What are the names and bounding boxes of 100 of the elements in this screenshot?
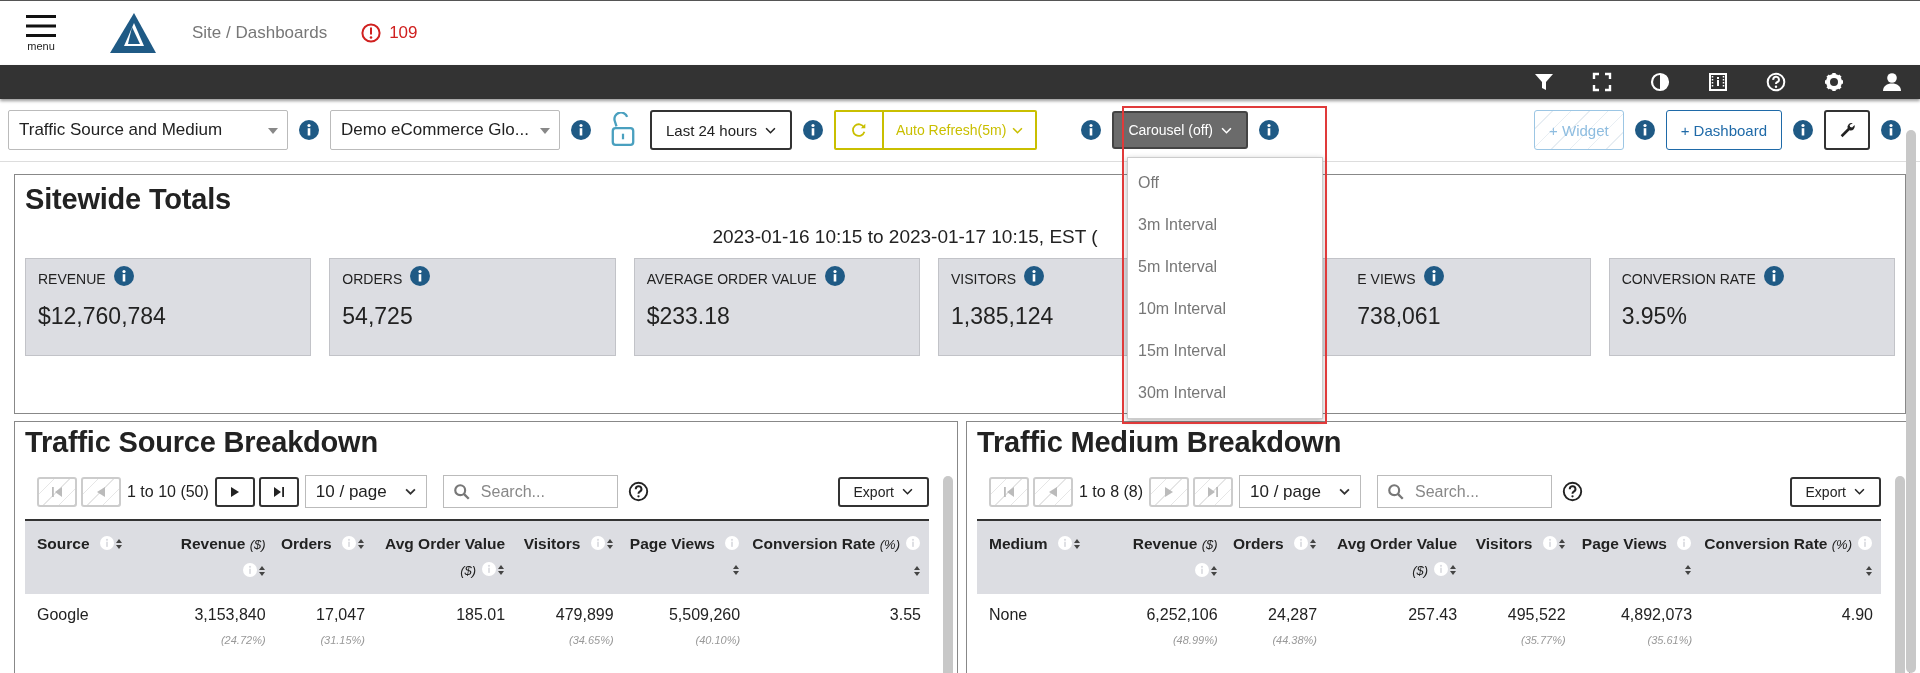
sort-icon[interactable] bbox=[257, 565, 266, 577]
menu-item[interactable]: Off bbox=[1128, 162, 1322, 204]
info-icon[interactable] bbox=[571, 120, 591, 140]
sort-icon[interactable] bbox=[1449, 564, 1458, 576]
help-icon[interactable] bbox=[627, 481, 649, 502]
share-text: (35.77%) bbox=[1519, 634, 1566, 646]
metric-value: 738,061 bbox=[1357, 303, 1441, 330]
open-padlock-icon[interactable] bbox=[610, 112, 636, 148]
info-icon[interactable] bbox=[410, 266, 431, 286]
scrollbar[interactable] bbox=[1895, 476, 1905, 673]
filter-icon[interactable] bbox=[1534, 72, 1554, 92]
dashboard-select[interactable]: Traffic Source and Medium bbox=[8, 110, 288, 150]
next-page-button[interactable] bbox=[214, 476, 255, 507]
export-button[interactable]: Export bbox=[1789, 476, 1881, 507]
user-icon[interactable] bbox=[1882, 72, 1902, 92]
sort-icon[interactable] bbox=[732, 564, 741, 576]
info-icon[interactable] bbox=[1634, 120, 1655, 140]
share-text: (34.65%) bbox=[567, 634, 614, 646]
add-dashboard-button[interactable]: + Dashboard bbox=[1665, 110, 1782, 150]
wrench-button[interactable] bbox=[1824, 110, 1870, 150]
column-header[interactable]: Avg Order Value ($) bbox=[373, 520, 514, 594]
table-cell-text: 4.90 bbox=[1840, 606, 1873, 625]
column-header[interactable]: Source bbox=[25, 520, 161, 594]
info-icon[interactable] bbox=[113, 266, 134, 286]
metric-label: AVERAGE ORDER VALUE bbox=[646, 271, 817, 287]
caret-icon bbox=[1339, 488, 1351, 495]
caret-icon bbox=[1012, 126, 1024, 134]
panel-title: Sitewide Totals bbox=[24, 182, 232, 216]
sort-icon[interactable] bbox=[605, 538, 614, 550]
alert-count[interactable]: 109 bbox=[389, 23, 418, 43]
column-header[interactable]: Conversion Rate (%) bbox=[748, 520, 929, 594]
time-range-button[interactable]: Last 24 hours bbox=[650, 110, 792, 150]
table-cell-text: 3,153,840 bbox=[193, 606, 266, 625]
menu-item[interactable]: 15m Interval bbox=[1128, 330, 1322, 372]
search-field[interactable]: Search... bbox=[1377, 475, 1553, 508]
table-cell-text: 479,899 bbox=[554, 606, 614, 625]
info-icon[interactable] bbox=[824, 266, 845, 286]
column-header[interactable]: Revenue ($) bbox=[1112, 520, 1226, 594]
page-size-select[interactable]: 10 / page bbox=[304, 475, 427, 508]
column-header[interactable]: Visitors bbox=[1465, 520, 1574, 594]
sort-icon[interactable] bbox=[114, 538, 123, 550]
info-icon[interactable] bbox=[802, 120, 823, 140]
menu-item[interactable]: 3m Interval bbox=[1128, 204, 1322, 246]
scrollbar[interactable] bbox=[943, 476, 953, 673]
share-text: (44.38%) bbox=[1271, 634, 1318, 646]
sort-icon[interactable] bbox=[1309, 538, 1318, 550]
search-icon bbox=[1387, 483, 1406, 501]
sort-icon[interactable] bbox=[1684, 564, 1693, 576]
export-button[interactable]: Export bbox=[837, 476, 929, 507]
last-page-icon bbox=[1206, 484, 1221, 499]
info-icon[interactable] bbox=[1793, 120, 1813, 140]
panel-title: Traffic Source Breakdown bbox=[24, 425, 379, 459]
sort-icon[interactable] bbox=[497, 564, 506, 576]
caret-icon bbox=[1220, 126, 1232, 134]
table-cell-text: Google bbox=[37, 606, 90, 625]
help-icon[interactable] bbox=[1562, 481, 1584, 502]
info-icon[interactable] bbox=[1081, 120, 1102, 140]
column-header[interactable]: Avg Order Value ($) bbox=[1325, 520, 1466, 594]
last-page-button[interactable] bbox=[258, 476, 299, 507]
search-field[interactable]: Search... bbox=[442, 475, 618, 508]
fullscreen-icon[interactable] bbox=[1592, 72, 1612, 92]
column-header[interactable]: Page Views bbox=[1573, 520, 1701, 594]
info-icon[interactable] bbox=[1763, 266, 1784, 286]
sort-icon[interactable] bbox=[1865, 565, 1873, 577]
table-cell-text: 495,522 bbox=[1506, 606, 1566, 625]
alert-icon[interactable] bbox=[361, 23, 382, 43]
table-cell-text: 17,047 bbox=[315, 606, 366, 625]
column-header[interactable]: Revenue ($) bbox=[160, 520, 274, 594]
sort-icon[interactable] bbox=[913, 565, 921, 577]
info-icon[interactable] bbox=[1258, 120, 1279, 140]
menu-item[interactable]: 10m Interval bbox=[1128, 288, 1322, 330]
logo-icon[interactable] bbox=[110, 13, 156, 53]
column-header[interactable]: Orders bbox=[273, 520, 374, 594]
film-icon[interactable] bbox=[1708, 72, 1728, 92]
info-icon[interactable] bbox=[1423, 266, 1444, 286]
contrast-icon[interactable] bbox=[1650, 72, 1670, 92]
sort-icon[interactable] bbox=[1557, 538, 1566, 550]
carousel-button[interactable]: Carousel (off) bbox=[1112, 111, 1248, 149]
menu-button[interactable]: menu bbox=[26, 14, 56, 52]
info-icon[interactable] bbox=[1881, 120, 1901, 140]
settings-icon[interactable] bbox=[1824, 72, 1844, 92]
menu-item[interactable]: 30m Interval bbox=[1128, 372, 1322, 414]
column-header[interactable]: Page Views bbox=[621, 520, 749, 594]
metric-value: $233.18 bbox=[646, 303, 730, 330]
column-header[interactable]: Visitors bbox=[513, 520, 622, 594]
sort-icon[interactable] bbox=[357, 538, 366, 550]
menu-item[interactable]: 5m Interval bbox=[1128, 246, 1322, 288]
column-header[interactable]: Conversion Rate (%) bbox=[1700, 520, 1881, 594]
site-select[interactable]: Demo eCommerce Glo... bbox=[330, 110, 560, 150]
column-header[interactable]: Orders bbox=[1225, 520, 1326, 594]
sort-icon[interactable] bbox=[1209, 565, 1218, 577]
info-icon[interactable] bbox=[299, 120, 319, 140]
page-size-select[interactable]: 10 / page bbox=[1239, 475, 1362, 508]
scrollbar[interactable] bbox=[1906, 130, 1916, 673]
sort-icon[interactable] bbox=[1072, 538, 1081, 550]
table-cell-text: None bbox=[989, 606, 1029, 625]
column-header[interactable]: Medium bbox=[977, 520, 1113, 594]
info-icon[interactable] bbox=[1024, 266, 1045, 286]
share-text: (35.61%) bbox=[1646, 634, 1693, 646]
table-cell-text: 4,892,073 bbox=[1619, 606, 1693, 625]
